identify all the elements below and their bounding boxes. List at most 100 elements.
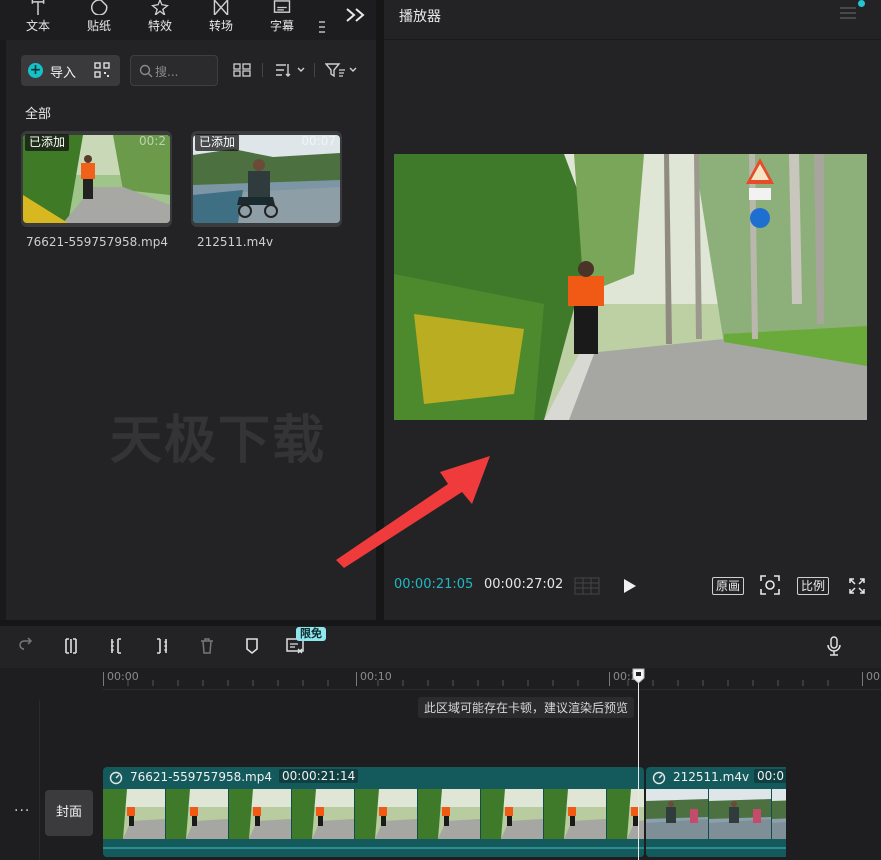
transition-icon	[213, 0, 229, 15]
fullscreen-icon[interactable]	[849, 578, 865, 594]
track-more-button[interactable]: ···	[14, 803, 30, 819]
toolbar-divider	[314, 63, 315, 77]
added-badge: 已添加	[25, 134, 70, 151]
filmstrip-frame	[229, 789, 292, 839]
play-icon[interactable]	[623, 578, 637, 594]
duration-label: 00:2	[139, 134, 166, 148]
clip-filmstrip	[103, 789, 644, 839]
player-header: 播放器	[384, 0, 881, 40]
clip-duration: 00:00:21:14	[279, 769, 359, 783]
playhead[interactable]	[638, 670, 639, 860]
clip-name: 76621-559757958.mp4	[130, 770, 272, 784]
ruler-major-tick	[356, 672, 357, 686]
trim-left-icon[interactable]	[108, 637, 126, 655]
filmstrip-frame	[772, 789, 786, 839]
tab-effects-label: 特效	[147, 19, 172, 33]
tab-subtitle[interactable]: 字幕	[256, 0, 308, 40]
clip-audio-track	[646, 839, 786, 857]
search-icon	[139, 64, 153, 78]
tab-text-label: 文本	[25, 19, 50, 33]
trim-right-icon[interactable]	[152, 637, 170, 655]
speed-icon	[109, 771, 123, 785]
playhead-handle[interactable]	[632, 668, 645, 684]
clip-duration: 00:0	[754, 769, 786, 783]
ruler-label: 00:00	[107, 670, 139, 683]
cover-button[interactable]: 封面	[45, 790, 93, 836]
tab-subtitle-label: 字幕	[269, 19, 294, 33]
more-tabs-icon[interactable]	[345, 7, 367, 23]
fit-view-icon[interactable]	[760, 575, 780, 595]
ruler-label: 00:10	[360, 670, 392, 683]
media-item[interactable]: 已添加 00:07	[191, 131, 342, 227]
current-time: 00:00:21:05	[394, 577, 474, 592]
duration-label: 00:07	[301, 134, 336, 148]
timecode-grid-icon[interactable]	[573, 576, 601, 596]
grid-view-icon[interactable]	[233, 62, 251, 78]
track-header-column	[0, 700, 40, 860]
filmstrip-frame	[166, 789, 229, 839]
tab-transition-label: 转场	[208, 19, 233, 33]
video-preview[interactable]	[394, 154, 867, 420]
clip-audio-track	[103, 839, 644, 857]
filmstrip-frame	[103, 789, 166, 839]
original-quality-button[interactable]: 原画	[712, 577, 745, 595]
timeline-clip[interactable]: 212511.m4v 00:0	[646, 767, 786, 857]
total-time: 00:00:27:02	[484, 577, 564, 592]
filmstrip-frame	[481, 789, 544, 839]
text-icon	[31, 0, 45, 15]
search-input[interactable]: 搜...	[130, 55, 218, 86]
timeline-clip[interactable]: 76621-559757958.mp4 00:00:21:14	[103, 767, 644, 857]
effects-icon	[151, 0, 169, 15]
filmstrip-frame	[646, 789, 709, 839]
speed-icon	[652, 771, 666, 785]
tab-effects[interactable]: 特效	[134, 0, 186, 40]
aspect-ratio-button[interactable]: 比例	[797, 577, 830, 595]
menu-icon[interactable]	[839, 6, 857, 20]
ruler-major-tick	[862, 672, 863, 686]
tab-sticker[interactable]: 贴纸	[73, 0, 125, 40]
section-label-all: 全部	[25, 107, 52, 122]
performance-hint: 此区域可能存在卡顿，建议渲染后预览	[418, 697, 635, 718]
watermark-text: 天极下载	[110, 411, 327, 471]
sort-icon[interactable]	[274, 62, 306, 78]
ruler-ticks	[127, 680, 829, 686]
clip-header: 212511.m4v 00:0	[646, 767, 786, 789]
sticker-icon	[91, 0, 108, 15]
added-badge: 已添加	[195, 134, 240, 151]
qr-code-icon[interactable]	[94, 62, 110, 78]
delete-icon[interactable]	[198, 637, 216, 655]
timeline-toolbar	[0, 626, 881, 668]
filmstrip-frame	[418, 789, 481, 839]
tab-transition[interactable]: 转场	[195, 0, 247, 40]
plus-icon: +	[28, 62, 43, 78]
notification-dot	[858, 0, 865, 7]
subtitle-icon	[273, 0, 291, 13]
filmstrip-frame	[709, 789, 772, 839]
filmstrip-frame	[292, 789, 355, 839]
import-label: 导入	[50, 66, 77, 81]
panel-edge	[0, 40, 6, 620]
split-icon[interactable]	[62, 637, 80, 655]
filmstrip-frame	[544, 789, 607, 839]
media-filename: 212511.m4v	[197, 235, 274, 249]
microphone-icon[interactable]	[826, 636, 842, 656]
media-item[interactable]: 已添加 00:2	[21, 131, 172, 227]
toolbar-divider	[262, 63, 263, 77]
tab-text[interactable]: 文本	[12, 0, 64, 40]
import-button[interactable]: + 导入	[21, 55, 120, 86]
cut-off-tab-icon	[319, 21, 325, 33]
ruler-label: 00	[866, 670, 880, 683]
filter-icon[interactable]	[325, 62, 358, 78]
clip-filmstrip	[646, 789, 786, 839]
marker-icon[interactable]	[243, 637, 261, 655]
clip-name: 212511.m4v	[673, 770, 750, 784]
annotation-arrow	[336, 456, 490, 568]
redo-icon[interactable]	[18, 637, 36, 655]
clip-header: 76621-559757958.mp4 00:00:21:14	[103, 767, 644, 789]
ruler-major-tick	[103, 672, 104, 686]
filmstrip-frame	[355, 789, 418, 839]
tool-tabs: 文本 贴纸 特效 转场 字幕	[0, 0, 376, 40]
media-panel: 文本 贴纸 特效 转场 字幕 + 导入 搜... 全部 已添加 00:2 766…	[0, 0, 376, 620]
time-ruler[interactable]	[103, 668, 881, 690]
free-badge: 限免	[296, 627, 326, 641]
